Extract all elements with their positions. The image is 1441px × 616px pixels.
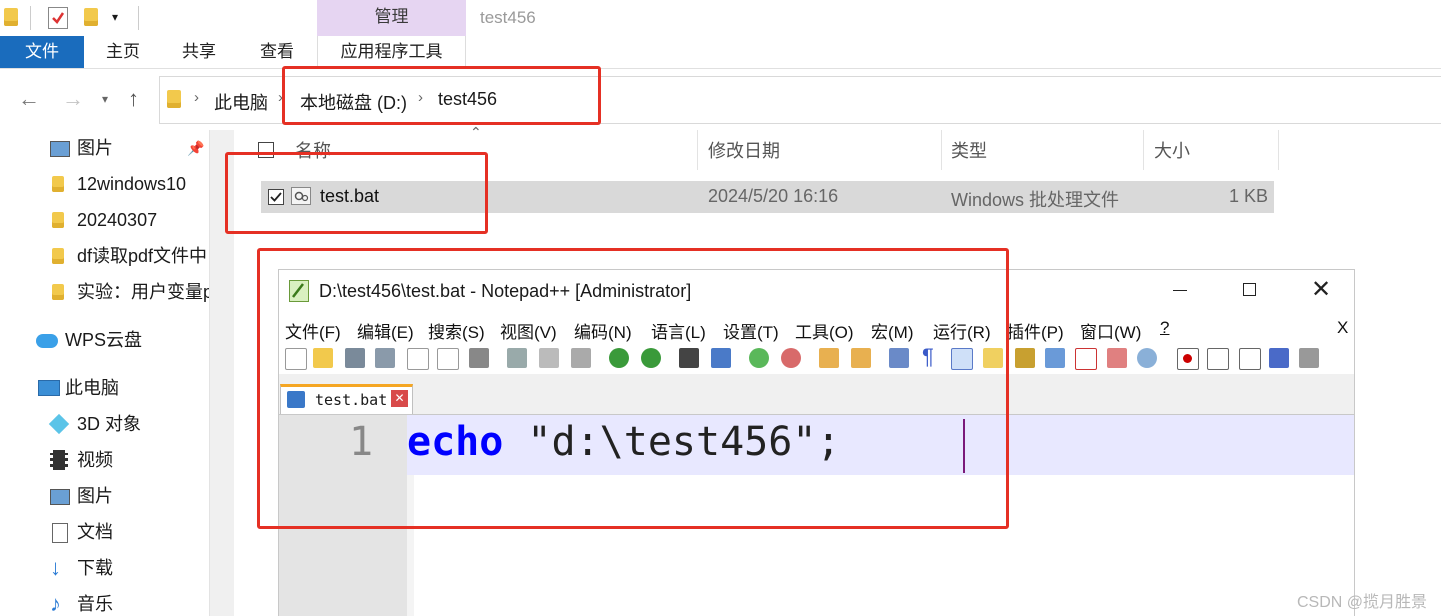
record-macro-icon[interactable] [1177, 348, 1199, 370]
file-type: Windows 批处理文件 [951, 190, 1120, 210]
stop-macro-icon[interactable] [1207, 348, 1229, 370]
sidebar-item-label: 音乐 [77, 594, 113, 614]
file-modified: 2024/5/20 16:16 [708, 186, 839, 206]
monitoring-icon[interactable] [1137, 348, 1157, 368]
watermark: CSDN @揽月胜景 [1296, 594, 1427, 611]
tab-file[interactable]: 文件 [0, 36, 84, 68]
recent-locations-icon[interactable]: ▾ [102, 92, 108, 106]
chevron-right-icon[interactable]: › [194, 89, 199, 106]
forward-arrow-icon[interactable]: → [62, 86, 84, 112]
close-document-button[interactable]: X [1337, 318, 1348, 338]
window-title: test456 [480, 8, 536, 27]
divider [138, 6, 139, 30]
quick-access-toolbar: ▾ [0, 0, 316, 36]
sidebar-item-label: 下载 [77, 558, 113, 578]
column-header-modified[interactable]: 修改日期 [708, 134, 780, 170]
column-header-size[interactable]: 大小 [1154, 134, 1190, 170]
tab-application-tools[interactable]: 应用程序工具 [317, 36, 466, 68]
column-divider[interactable] [1143, 130, 1144, 170]
column-divider[interactable] [1278, 130, 1279, 170]
column-divider[interactable] [941, 130, 942, 170]
folder-icon [52, 284, 64, 300]
pin-icon[interactable]: 📌 [187, 131, 204, 165]
folder-icon [4, 8, 18, 26]
play-macro-icon[interactable] [1239, 348, 1261, 370]
computer-icon [38, 380, 60, 396]
video-icon [50, 450, 68, 470]
up-arrow-icon[interactable]: ↑ [128, 86, 139, 112]
annotation-box-address [282, 66, 601, 125]
folder-icon [52, 248, 64, 264]
maximize-icon[interactable] [1243, 283, 1256, 296]
divider [30, 6, 31, 30]
navigation-pane: 图片 📌 12windows10 20240307 df读取pdf文件中 实验：… [0, 130, 209, 616]
sidebar-item-label: 3D 对象 [77, 414, 142, 434]
tab-home[interactable]: 主页 [96, 36, 150, 68]
doc-list-icon[interactable] [1045, 348, 1065, 368]
sidebar-item-label: 图片 [77, 138, 113, 158]
menu-plugins[interactable]: 插件(P) [1007, 318, 1064, 343]
new-folder-icon[interactable] [84, 8, 98, 26]
sidebar-item-label: 视频 [77, 450, 113, 470]
menu-window[interactable]: 窗口(W) [1080, 318, 1141, 343]
breadcrumb-this-pc[interactable]: 此电脑 [214, 89, 268, 115]
back-arrow-icon[interactable]: ← [18, 86, 40, 112]
manage-tab[interactable]: 管理 [317, 0, 466, 36]
sidebar-item-label: 图片 [77, 486, 113, 506]
sidebar-item-label: 12windows10 [77, 174, 187, 194]
column-divider[interactable] [697, 130, 698, 170]
pictures-icon [50, 141, 70, 157]
folder-as-workspace-icon[interactable] [1107, 348, 1127, 368]
ribbon-tabs: 文件 主页 共享 查看 应用程序工具 [0, 36, 1441, 69]
pictures-icon [50, 489, 70, 505]
annotation-box-file [225, 152, 488, 234]
folder-icon [52, 212, 64, 228]
music-icon: ♪ [50, 591, 61, 616]
tab-view[interactable]: 查看 [248, 36, 306, 68]
download-icon: ↓ [50, 555, 61, 580]
minimize-icon[interactable] [1173, 290, 1187, 291]
menu-help[interactable]: ? [1160, 318, 1169, 338]
function-list-icon[interactable] [1075, 348, 1097, 370]
document-icon [52, 523, 68, 543]
folder-icon [52, 176, 64, 192]
cloud-icon [36, 334, 58, 348]
close-icon[interactable]: ✕ [1311, 275, 1331, 304]
sidebar-item-label: 实验：用户变量p [77, 282, 209, 302]
folder-icon [167, 90, 181, 108]
file-size: 1 KB [1228, 186, 1268, 206]
sidebar-item-label: df读取pdf文件中 [77, 246, 208, 266]
save-macro-icon[interactable] [1299, 348, 1319, 368]
sidebar-item-label: 20240307 [77, 210, 158, 230]
tab-share[interactable]: 共享 [170, 36, 228, 68]
annotation-box-editor [257, 248, 1009, 529]
sidebar-item-label: WPS云盘 [65, 330, 143, 350]
sidebar-item-label: 文档 [77, 522, 113, 542]
cube-icon [48, 413, 70, 435]
sidebar-item-label: 此电脑 [65, 378, 119, 398]
chevron-down-icon[interactable]: ▾ [112, 10, 118, 24]
column-header-type[interactable]: 类型 [951, 134, 987, 170]
properties-icon[interactable] [48, 7, 68, 29]
sort-up-icon: ⌃ [470, 124, 482, 140]
doc-map-icon[interactable] [1015, 348, 1035, 368]
run-macro-multiple-icon[interactable] [1269, 348, 1289, 368]
